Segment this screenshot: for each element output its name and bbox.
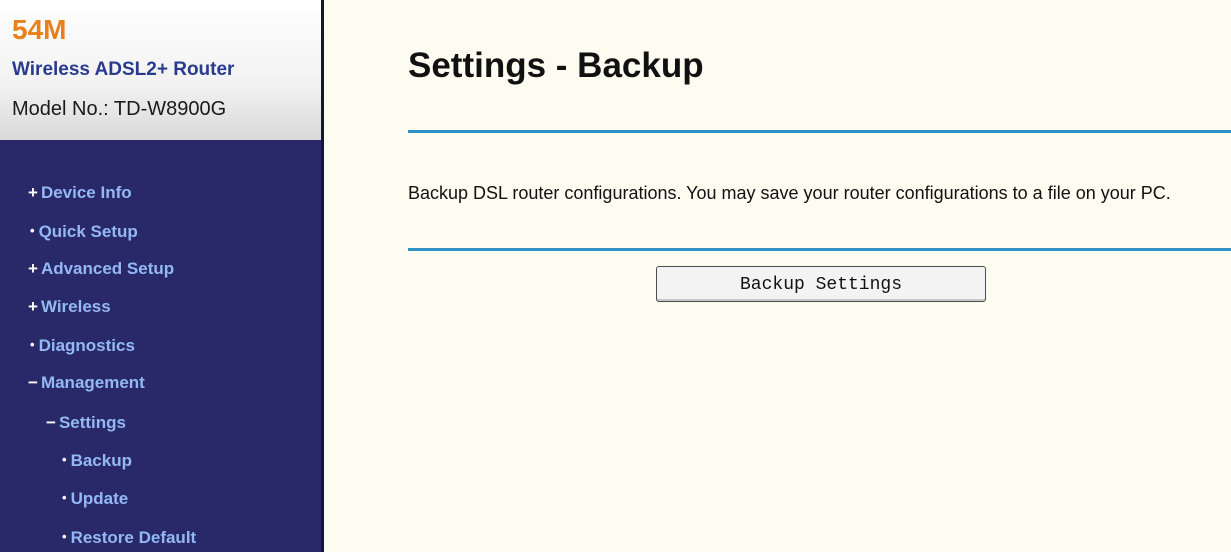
page-description: Backup DSL router configurations. You ma… <box>408 183 1171 203</box>
sidebar-item-management[interactable]: − Management <box>28 374 145 391</box>
brand-product-name: Wireless ADSL2+ Router <box>12 59 235 80</box>
sidebar-item-advanced-setup[interactable]: + Advanced Setup <box>28 260 174 277</box>
sidebar-item-quick-setup[interactable]: • Quick Setup <box>30 223 138 240</box>
sidebar-item-label: Advanced Setup <box>40 259 175 278</box>
page-title: Settings - Backup <box>408 46 704 85</box>
brand-model-number: Model No.: TD-W8900G <box>12 98 227 120</box>
collapse-minus-icon: − <box>46 413 56 432</box>
bullet-icon: • <box>30 337 35 352</box>
sidebar-item-label: Backup <box>70 451 132 470</box>
bullet-icon: • <box>62 529 67 544</box>
sidebar-item-diagnostics[interactable]: • Diagnostics <box>30 337 135 354</box>
collapse-minus-icon: − <box>28 373 38 392</box>
sidebar-item-backup[interactable]: • Backup <box>62 452 132 469</box>
sidebar-item-label: Management <box>40 373 145 392</box>
expand-plus-icon: + <box>28 297 38 316</box>
brand-header: 54M Wireless ADSL2+ Router Model No.: TD… <box>0 0 321 140</box>
brand-speed: 54M <box>12 14 67 45</box>
sidebar-item-wireless[interactable]: + Wireless <box>28 298 111 315</box>
sidebar-item-label: Diagnostics <box>38 336 135 355</box>
expand-plus-icon: + <box>28 183 38 202</box>
expand-plus-icon: + <box>28 259 38 278</box>
sidebar-item-label: Settings <box>58 413 126 432</box>
sidebar-item-restore-default[interactable]: • Restore Default <box>62 529 196 546</box>
section-divider-top <box>408 130 1231 133</box>
sidebar-item-label: Restore Default <box>70 528 197 547</box>
sidebar-item-label: Device Info <box>40 183 132 202</box>
section-divider-bottom <box>408 248 1231 251</box>
sidebar-item-settings[interactable]: − Settings <box>46 414 126 431</box>
sidebar-item-device-info[interactable]: + Device Info <box>28 184 132 201</box>
sidebar-item-label: Quick Setup <box>38 222 138 241</box>
sidebar-item-label: Update <box>70 489 129 508</box>
backup-settings-button[interactable]: Backup Settings <box>656 266 986 302</box>
sidebar-item-update[interactable]: • Update <box>62 490 128 507</box>
bullet-icon: • <box>30 223 35 238</box>
sidebar-item-label: Wireless <box>40 297 111 316</box>
sidebar: 54M Wireless ADSL2+ Router Model No.: TD… <box>0 0 321 552</box>
sidebar-divider <box>321 0 324 552</box>
bullet-icon: • <box>62 452 67 467</box>
bullet-icon: • <box>62 490 67 505</box>
